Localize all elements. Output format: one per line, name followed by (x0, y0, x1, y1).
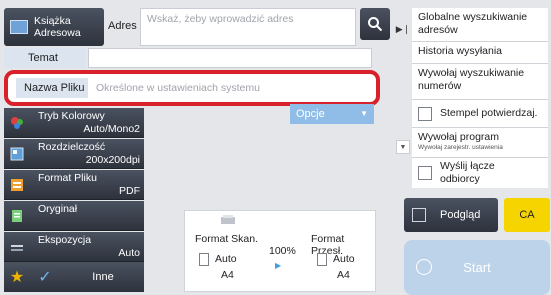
send-paper: A4 (337, 269, 350, 281)
subject-label: Temat (4, 48, 86, 68)
subject-field[interactable] (88, 48, 372, 68)
scan-paper: A4 (221, 269, 234, 281)
side-item-number-search[interactable]: Wywołaj wyszukiwanie numerów (412, 64, 548, 100)
send-link-checkbox[interactable] (418, 166, 432, 180)
start-icon (416, 259, 432, 275)
original-icon (12, 210, 22, 222)
ratio-value: 100% (269, 245, 296, 257)
other-button[interactable]: Inne (62, 262, 144, 292)
color-mode-icon (11, 117, 23, 129)
send-paper-icon (317, 253, 327, 266)
setting-exposure[interactable]: Ekspozycja Auto (4, 232, 144, 262)
options-arrow-icon: ▼ (360, 109, 368, 118)
address-book-icon (10, 20, 28, 34)
address-book-label: Książka Adresowa (34, 15, 81, 39)
ca-button[interactable]: CA (504, 198, 550, 232)
arrow-right-icon: ▶ (275, 261, 282, 270)
address-book-button[interactable]: Książka Adresowa (4, 8, 104, 46)
scan-auto: Auto (215, 253, 237, 265)
scan-size-label: Format Skan. (195, 233, 259, 245)
side-item-stamp[interactable]: Stempel potwierdzaj. (412, 100, 548, 128)
scanner-icon (221, 215, 235, 224)
check-icon[interactable]: ✓ (32, 262, 58, 292)
setting-resolution[interactable]: Rozdzielczość 200x200dpi (4, 139, 144, 169)
stamp-checkbox[interactable] (418, 106, 432, 121)
setting-original[interactable]: Oryginał (4, 201, 144, 231)
file-format-icon (11, 179, 23, 191)
setting-file-format[interactable]: Format Pliku PDF (4, 170, 144, 200)
side-item-global-search[interactable]: Globalne wyszukiwanie adresów (412, 8, 548, 42)
send-auto: Auto (333, 253, 355, 265)
filename-label: Nazwa Pliku (16, 78, 88, 98)
address-label: Adres (108, 20, 137, 32)
side-item-recall-program[interactable]: Wywołaj program Wywołaj zarejestr. ustaw… (412, 128, 548, 158)
side-item-history[interactable]: Historia wysyłania (412, 42, 548, 64)
scan-size-panel[interactable]: Format Skan. Format Przesł. 100% Auto A4… (184, 210, 376, 292)
setting-color-mode[interactable]: Tryb Kolorowy Auto/Mono2 (4, 108, 144, 138)
start-button[interactable]: Start (404, 240, 550, 295)
panel-toggle-icon[interactable]: ▶❘ (396, 20, 410, 38)
resolution-icon (10, 147, 24, 161)
side-item-send-link[interactable]: Wyślij łącze odbiorcy (412, 158, 548, 188)
preview-icon (412, 208, 426, 222)
star-icon[interactable]: ★ (4, 262, 30, 292)
exposure-icon (11, 245, 23, 251)
preview-button[interactable]: Podgląd (404, 198, 498, 232)
side-menu: Globalne wyszukiwanie adresów Historia w… (412, 8, 548, 188)
options-button[interactable]: Opcje ▼ (290, 104, 374, 124)
chevron-down-icon[interactable]: ▼ (396, 140, 410, 154)
search-button[interactable] (360, 8, 390, 40)
search-icon (368, 17, 383, 32)
filename-field[interactable]: Określone w ustawieniach systemu (90, 78, 370, 98)
scan-paper-icon (199, 253, 209, 266)
address-input[interactable]: Wskaż, żeby wprowadzić adres (140, 8, 356, 46)
